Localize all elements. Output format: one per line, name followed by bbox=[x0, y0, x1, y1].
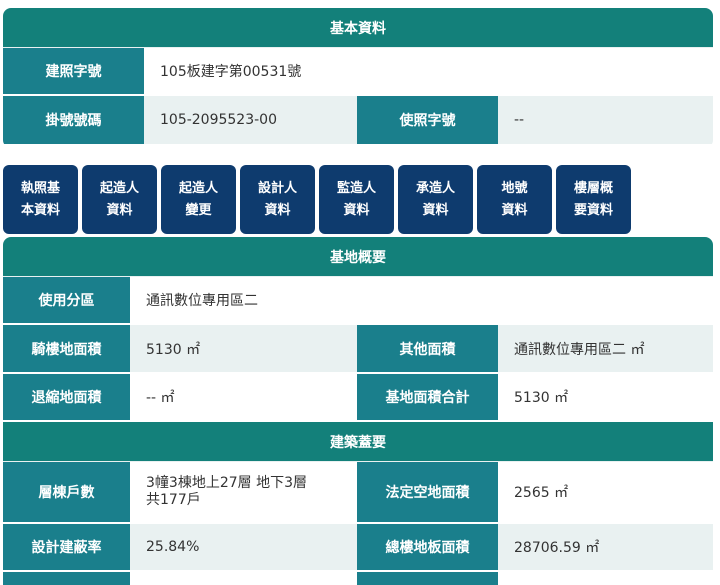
open-space-label: 法定空地面積 bbox=[357, 462, 498, 522]
zoning-label: 使用分區 bbox=[3, 277, 130, 323]
floors-row: 層棟戶數 3幢3棟地上27層 地下3層 共177戶 法定空地面積 2565 ㎡ bbox=[3, 462, 713, 524]
tab-applicant-change[interactable]: 起造人 變更 bbox=[161, 165, 236, 234]
floor-area-value: 28706.59 ㎡ bbox=[498, 524, 713, 570]
floor-area-label: 總樓地板面積 bbox=[357, 524, 498, 570]
site-summary-header: 基地概要 bbox=[3, 237, 713, 277]
floors-value: 3幢3棟地上27層 地下3層 共177戶 bbox=[130, 462, 357, 522]
next-row-value bbox=[130, 572, 357, 585]
permit-row: 建照字號 105板建字第00531號 bbox=[3, 48, 713, 96]
tab-contractor[interactable]: 承造人 資料 bbox=[398, 165, 473, 234]
other-area-value: 通訊數位專用區二 ㎡ bbox=[498, 325, 713, 372]
next-row-value-2 bbox=[498, 572, 713, 585]
building-summary-header: 建築蓋要 bbox=[3, 422, 713, 462]
registration-value: 105-2095523-00 bbox=[144, 96, 357, 144]
license-tabs: 執照基 本資料 起造人 資料 起造人 變更 設計人 資料 監造人 資料 承造人 … bbox=[3, 165, 631, 234]
coverage-value: 25.84% bbox=[130, 524, 357, 570]
tab-designer[interactable]: 設計人 資料 bbox=[240, 165, 315, 234]
open-space-value: 2565 ㎡ bbox=[498, 462, 713, 522]
tab-land-number[interactable]: 地號 資料 bbox=[477, 165, 552, 234]
tab-floor-summary[interactable]: 樓層概 要資料 bbox=[556, 165, 631, 234]
coverage-label: 設計建蔽率 bbox=[3, 524, 130, 570]
tab-supervisor[interactable]: 監造人 資料 bbox=[319, 165, 394, 234]
next-row-label bbox=[3, 572, 130, 585]
arcade-label: 騎樓地面積 bbox=[3, 325, 130, 372]
zoning-row: 使用分區 通訊數位專用區二 bbox=[3, 277, 713, 325]
site-summary-panel: 基地概要 使用分區 通訊數位專用區二 騎樓地面積 5130 ㎡ 其他面積 通訊數… bbox=[3, 237, 713, 585]
setback-row: 退縮地面積 -- ㎡ 基地面積合計 5130 ㎡ bbox=[3, 374, 713, 422]
setback-label: 退縮地面積 bbox=[3, 374, 130, 420]
use-permit-label: 使照字號 bbox=[357, 96, 498, 144]
arcade-row: 騎樓地面積 5130 ㎡ 其他面積 通訊數位專用區二 ㎡ bbox=[3, 325, 713, 374]
permit-label: 建照字號 bbox=[3, 48, 144, 94]
use-permit-value: -- bbox=[498, 96, 713, 144]
tab-applicant[interactable]: 起造人 資料 bbox=[82, 165, 157, 234]
other-area-label: 其他面積 bbox=[357, 325, 498, 372]
floors-label: 層棟戶數 bbox=[3, 462, 130, 522]
coverage-row: 設計建蔽率 25.84% 總樓地板面積 28706.59 ㎡ bbox=[3, 524, 713, 572]
basic-info-panel: 基本資料 建照字號 105板建字第00531號 掛號號碼 105-2095523… bbox=[3, 8, 713, 148]
setback-value: -- ㎡ bbox=[130, 374, 357, 420]
permit-value: 105板建字第00531號 bbox=[144, 48, 713, 94]
tab-license-basic[interactable]: 執照基 本資料 bbox=[3, 165, 78, 234]
zoning-value: 通訊數位專用區二 bbox=[130, 277, 713, 323]
arcade-value: 5130 ㎡ bbox=[130, 325, 357, 372]
site-total-label: 基地面積合計 bbox=[357, 374, 498, 420]
site-total-value: 5130 ㎡ bbox=[498, 374, 713, 420]
basic-info-header: 基本資料 bbox=[3, 8, 713, 48]
next-row-label-2 bbox=[357, 572, 498, 585]
next-row-partial bbox=[3, 572, 713, 585]
registration-label: 掛號號碼 bbox=[3, 96, 144, 144]
registration-row: 掛號號碼 105-2095523-00 使照字號 -- bbox=[3, 96, 713, 146]
